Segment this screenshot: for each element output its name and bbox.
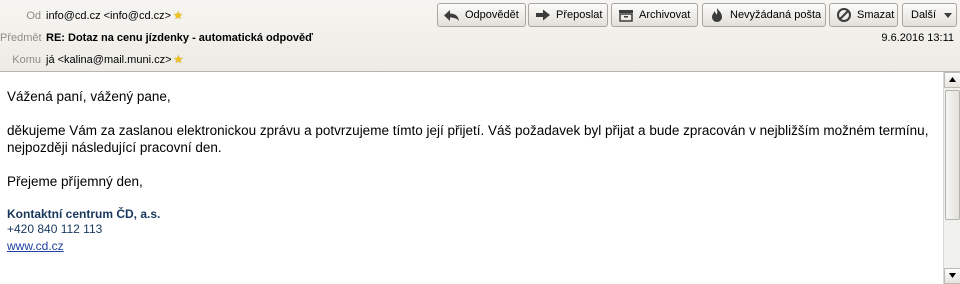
message-header: Od info@cd.cz <info@cd.cz> ★ Předmět RE:… [0,0,960,72]
from-row: Od info@cd.cz <info@cd.cz> ★ [0,6,184,26]
junk-label: Nevyžádaná pošta [730,9,822,21]
reply-button[interactable]: Odpovědět [437,3,526,27]
archive-button[interactable]: Archivovat [611,3,698,27]
delete-button[interactable]: Smazat [829,3,898,27]
vertical-scrollbar[interactable] [943,72,960,284]
forward-arrow-icon [534,7,552,23]
junk-flame-icon [708,7,726,23]
scrollbar-thumb[interactable] [945,90,960,220]
to-label: Komu [12,54,41,66]
closing-text: Přejeme příjemný den, [7,174,143,189]
subject-text: RE: Dotaz na cenu jízdenky - automatická… [46,32,314,44]
delete-label: Smazat [857,9,895,21]
to-row: Komu já <kalina@mail.muni.cz> ★ [0,50,185,70]
greeting-text: Vážená paní, vážený pane, [7,89,171,104]
star-icon[interactable]: ★ [173,10,184,22]
junk-button[interactable]: Nevyžádaná pošta [702,3,826,27]
from-address[interactable]: info@cd.cz <info@cd.cz> [46,10,171,22]
delete-circle-icon [835,7,853,23]
star-icon[interactable]: ★ [174,54,185,66]
message-body: Vážená paní, vážený pane, děkujeme Vám z… [7,88,937,254]
forward-label: Přeposlat [556,9,603,21]
more-button[interactable]: Další [902,3,957,27]
dropdown-triangle-icon [944,9,953,21]
scroll-up-arrow-icon[interactable] [944,72,960,88]
more-label: Další [911,9,937,21]
archive-label: Archivovat [639,9,691,21]
body-paragraph: děkujeme Vám za zaslanou elektronickou z… [7,123,929,155]
archive-box-icon [617,7,635,23]
subject-row: Předmět RE: Dotaz na cenu jízdenky - aut… [0,28,313,48]
to-address[interactable]: já <kalina@mail.muni.cz> [46,54,172,66]
signature: Kontaktní centrum ČD, a.s. +420 840 112 … [7,207,937,254]
message-date: 9.6.2016 13:11 [881,32,954,44]
subject-label: Předmět [0,32,42,44]
forward-button[interactable]: Přeposlat [528,3,608,27]
signature-link[interactable]: www.cd.cz [7,239,64,253]
reply-arrow-icon [443,7,461,23]
signature-name: Kontaktní centrum ČD, a.s. [7,207,161,221]
scroll-down-arrow-icon[interactable] [944,268,960,284]
signature-phone: +420 840 112 113 [7,222,103,236]
from-label: Od [26,10,41,22]
reply-label: Odpovědět [465,9,519,21]
